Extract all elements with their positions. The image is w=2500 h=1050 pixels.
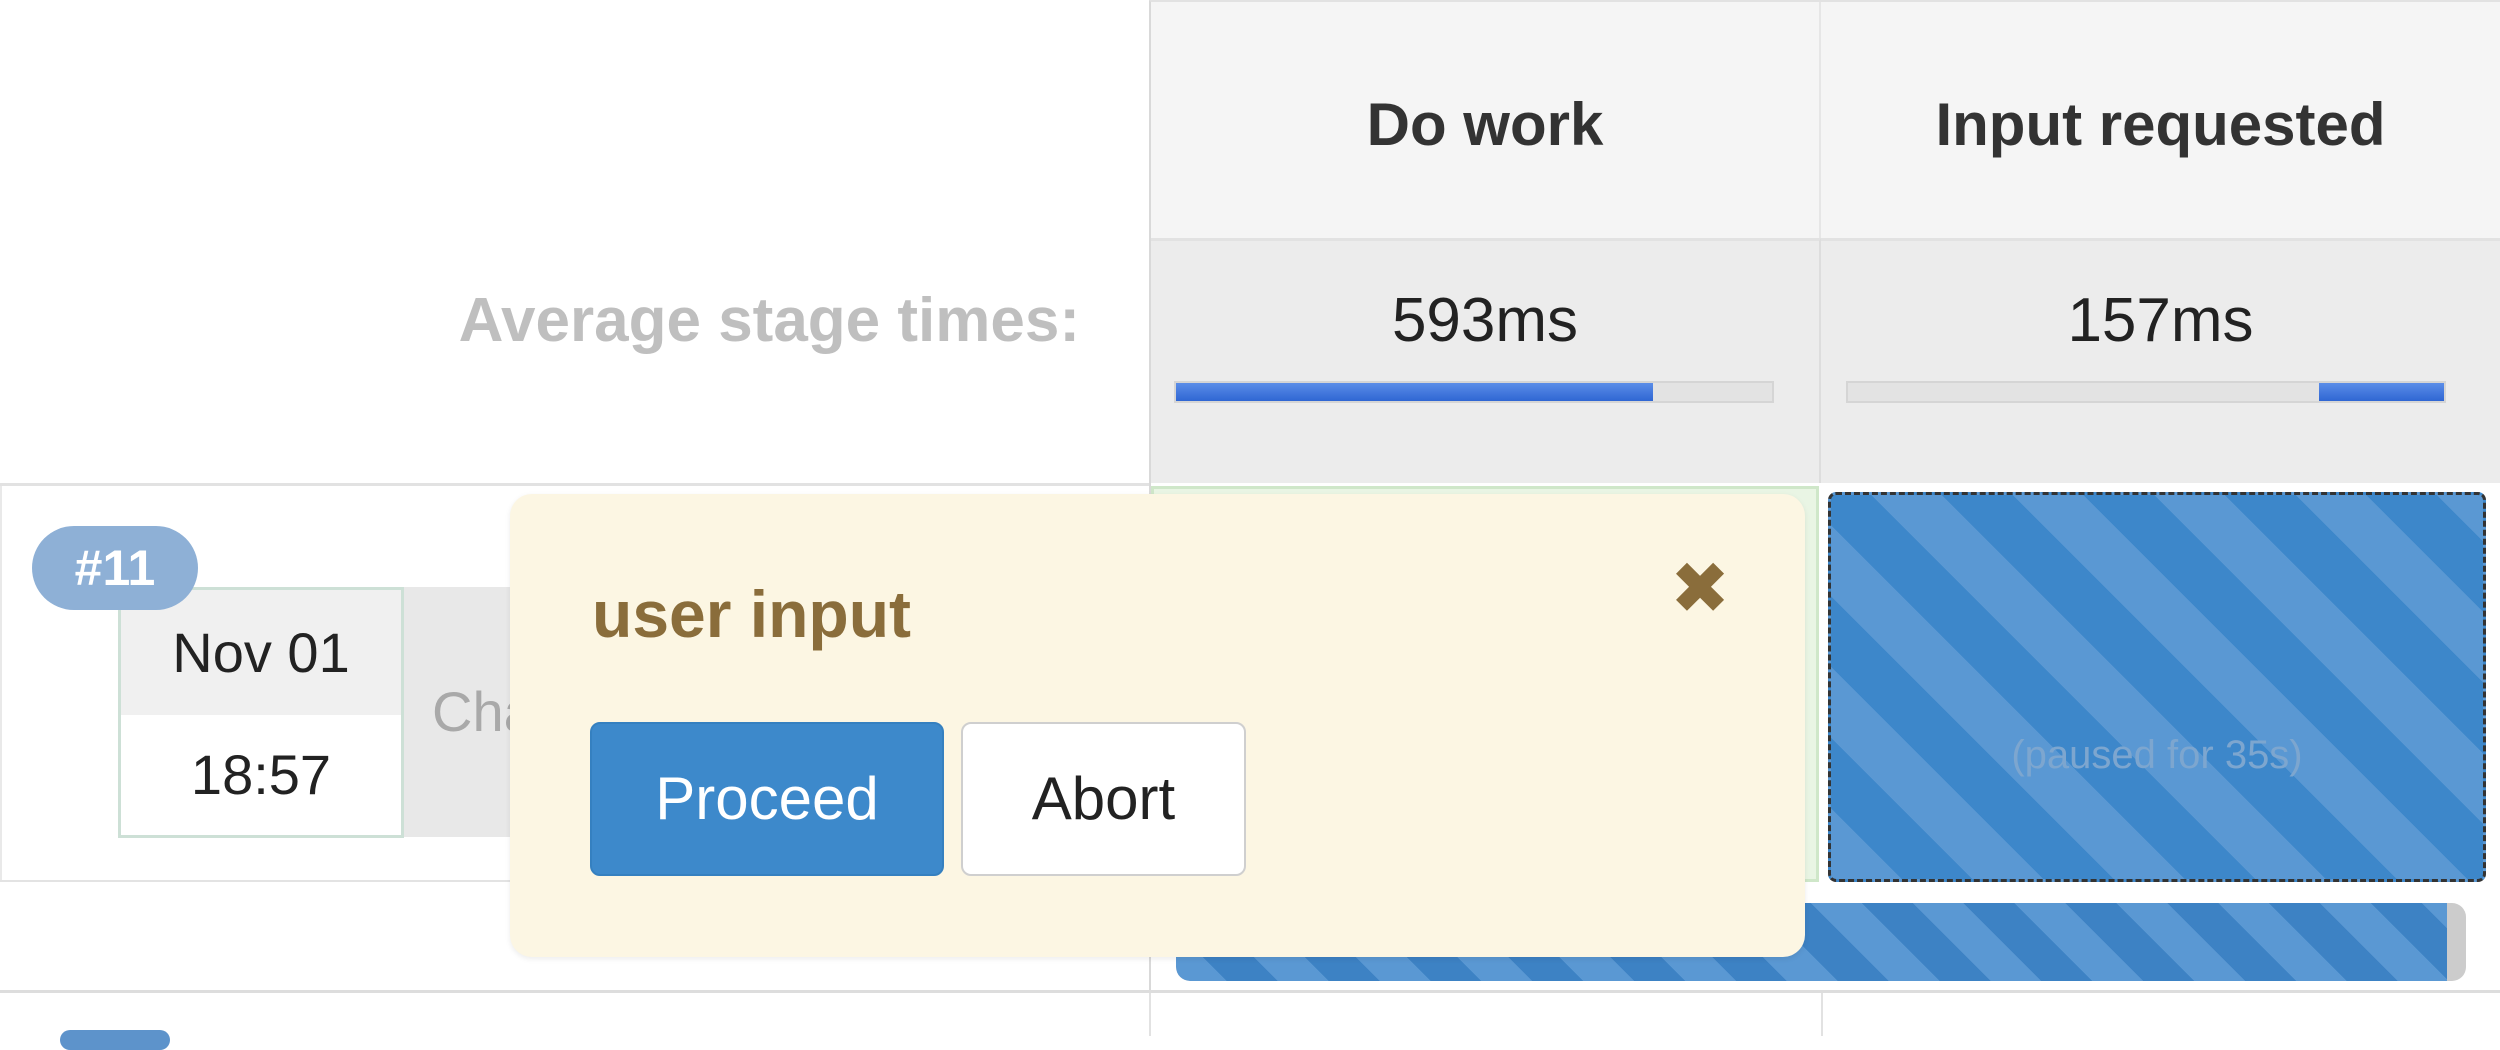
average-stage-times-label: Average stage times: xyxy=(458,286,1080,355)
stage-name: Do work xyxy=(1366,91,1604,158)
build-number-badge[interactable]: #11 xyxy=(32,526,198,610)
popover-title: user input xyxy=(592,577,912,651)
avg-time-bar-fill xyxy=(2318,383,2444,401)
next-build-badge[interactable] xyxy=(60,1030,170,1050)
avg-time-cell-input-requested: 157ms xyxy=(1821,238,2500,483)
avg-time-value: 593ms xyxy=(1391,286,1579,355)
abort-button[interactable]: Abort xyxy=(961,722,1246,876)
stage-cell-input-requested[interactable]: (paused for 35s) xyxy=(1828,492,2486,882)
build-time: 18:57 xyxy=(121,715,401,835)
avg-time-bar xyxy=(1174,381,1774,403)
avg-time-cell-do-work: 593ms xyxy=(1151,238,1821,483)
stage-header-input-requested: Input requested xyxy=(1821,2,2500,238)
next-run-row xyxy=(0,993,2500,1036)
avg-time-bar-fill xyxy=(1176,383,1653,401)
close-icon[interactable]: ✖ xyxy=(1665,553,1735,625)
column-divider xyxy=(1821,993,1823,1036)
build-date-box: Nov 01 18:57 xyxy=(118,587,404,838)
avg-time-bar xyxy=(1846,381,2446,403)
column-divider xyxy=(1149,993,1151,1036)
input-popover: user input ✖ Proceed Abort xyxy=(510,494,1805,957)
stage-header-do-work: Do work xyxy=(1151,2,1821,238)
proceed-button[interactable]: Proceed xyxy=(590,722,944,876)
paused-duration: (paused for 35s) xyxy=(2011,733,2303,777)
avg-time-value: 157ms xyxy=(2067,286,2254,355)
stage-name: Input requested xyxy=(1935,91,2386,158)
